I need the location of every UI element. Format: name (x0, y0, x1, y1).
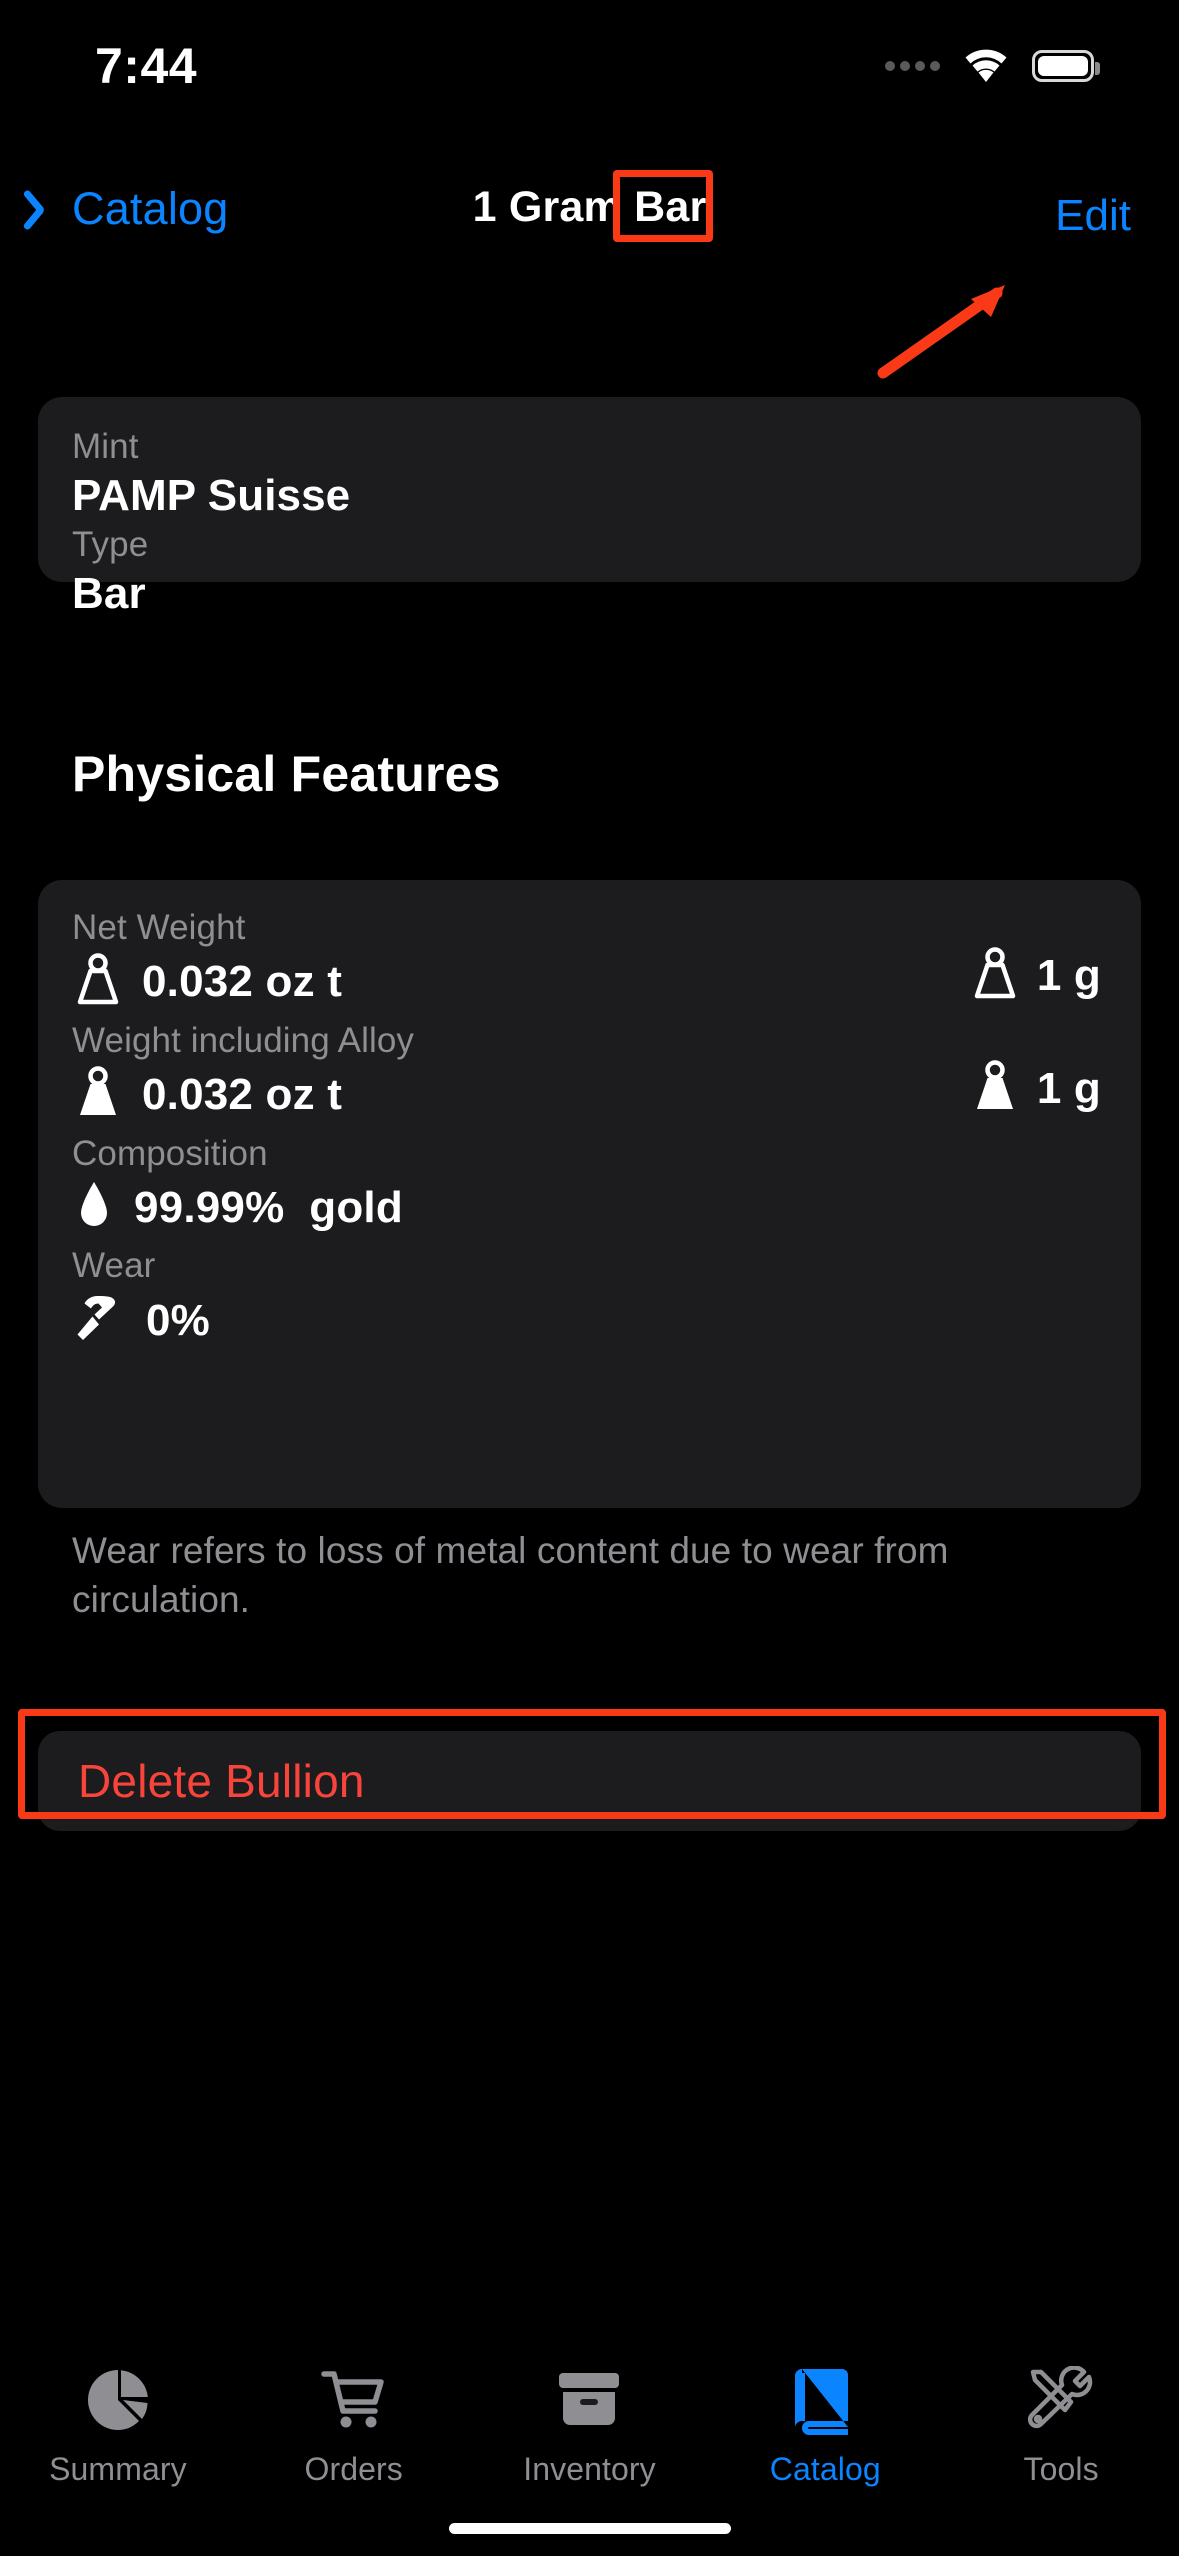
droplet-icon (72, 1177, 116, 1238)
signal-dots-icon (885, 61, 940, 71)
status-bar-indicators (885, 48, 1100, 84)
status-bar-time: 7:44 (95, 38, 198, 94)
tab-orders-label: Orders (304, 2451, 403, 2487)
tab-inventory[interactable]: Inventory (472, 2363, 708, 2488)
tab-summary[interactable]: Summary (0, 2363, 236, 2488)
net-weight-grams: 1 g (969, 946, 1101, 1007)
tab-catalog-label: Catalog (769, 2451, 881, 2487)
composition-row: Composition 99.99% gold (72, 1132, 1107, 1239)
alloy-weight-value-ozt: 0.032 oz t (142, 1070, 343, 1119)
delete-bullion-button[interactable]: Delete Bullion (38, 1731, 1141, 1831)
battery-icon (1032, 50, 1100, 82)
weight-outline-icon (969, 946, 1021, 1007)
alloy-weight-value-g: 1 g (1036, 1064, 1101, 1113)
book-icon (794, 2363, 856, 2437)
alloy-weight-label: Weight including Alloy (72, 1020, 415, 1060)
net-weight-value-g: 1 g (1036, 951, 1101, 1001)
archivebox-icon (556, 2363, 622, 2437)
weight-filled-icon (969, 1059, 1021, 1120)
tab-tools-label: Tools (1023, 2451, 1099, 2487)
tab-tools[interactable]: Tools (943, 2363, 1179, 2488)
net-weight-label: Net Weight (72, 908, 246, 947)
alloy-weight-row: Weight including Alloy 0.032 oz t 1 g (72, 1019, 1107, 1126)
identity-card: Mint PAMP Suisse Type Bar (38, 397, 1141, 618)
type-label: Type (72, 525, 149, 565)
type-value: Bar (72, 569, 146, 619)
weight-filled-icon (72, 1065, 124, 1126)
wear-label: Wear (72, 1246, 156, 1286)
cart-icon (319, 2363, 389, 2437)
navigation-bar: Catalog 1 Gram Bar Edit (0, 175, 1179, 285)
composition-value: 99.99% gold (134, 1182, 403, 1232)
alloy-weight-grams: 1 g (969, 1059, 1101, 1120)
tab-inventory-label: Inventory (523, 2451, 656, 2487)
status-bar: 7:44 (0, 0, 1179, 110)
net-weight-value-ozt: 0.032 oz t (142, 957, 343, 1007)
tab-summary-label: Summary (49, 2451, 187, 2487)
tab-orders[interactable]: Orders (236, 2363, 472, 2488)
wear-value: 0% (146, 1295, 210, 1345)
mint-value: PAMP Suisse (72, 470, 351, 520)
page-title: 1 Gram Bar (472, 183, 707, 231)
tab-catalog[interactable]: Catalog (707, 2363, 943, 2488)
weight-outline-icon (72, 952, 124, 1013)
home-indicator (448, 2523, 731, 2534)
wear-footnote: Wear refers to loss of metal content due… (72, 1530, 949, 1620)
delete-bullion-label: Delete Bullion (78, 1755, 365, 1807)
physical-features-card: Net Weight 0.032 oz t 1 g Weight includi… (38, 880, 1141, 1508)
hammer-icon (72, 1290, 128, 1351)
wifi-icon (962, 48, 1010, 84)
mint-field: Mint PAMP Suisse (72, 425, 1107, 522)
wear-row: Wear 0% (72, 1244, 1107, 1351)
tools-icon (1027, 2363, 1095, 2437)
app-screen: 7:44 Catalog 1 Gram Bar Edit Mint PAMP S… (0, 0, 1179, 2556)
pie-chart-icon (85, 2363, 151, 2437)
type-field: Type Bar (72, 523, 1107, 620)
edit-button[interactable]: Edit (1055, 191, 1131, 241)
net-weight-row: Net Weight 0.032 oz t 1 g (72, 906, 1107, 1013)
composition-label: Composition (72, 1133, 268, 1173)
mint-label: Mint (72, 427, 139, 466)
physical-features-heading: Physical Features (72, 746, 501, 802)
